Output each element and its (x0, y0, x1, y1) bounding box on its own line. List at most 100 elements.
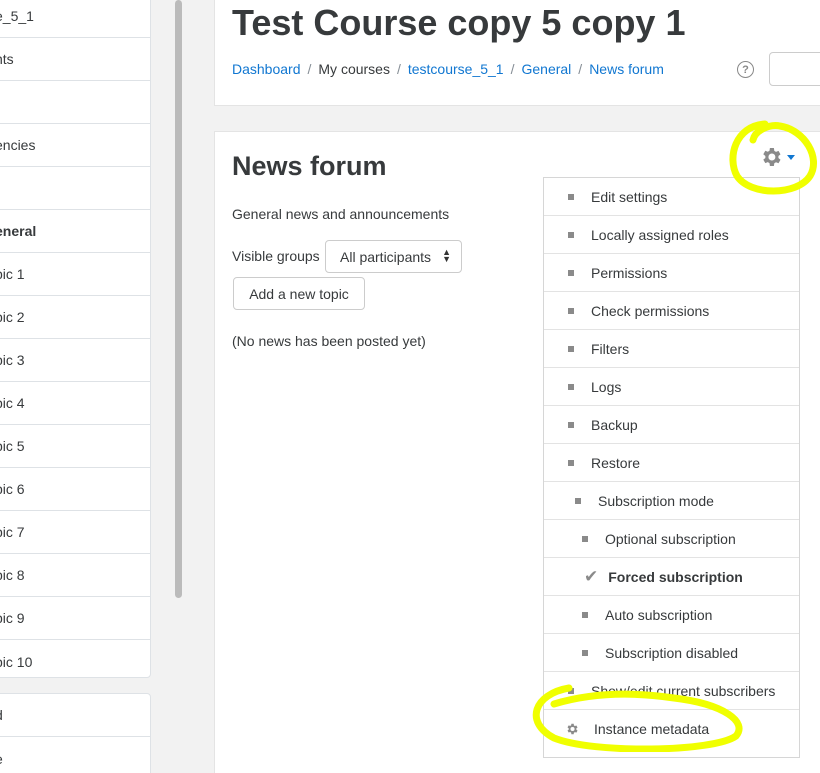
sidebar-item[interactable] (0, 81, 150, 124)
sidebar-item[interactable]: pic 8 (0, 554, 150, 597)
bullet-icon (568, 687, 574, 694)
bullet-icon (568, 307, 574, 314)
bullet-icon (568, 231, 574, 238)
breadcrumb-separator: / (578, 61, 583, 77)
menu-item-label: Restore (591, 454, 641, 471)
sidebar-item-label: nts (0, 51, 14, 67)
sidebar-item-label: pic 7 (0, 524, 25, 540)
sidebar-item[interactable]: pic 1 (0, 253, 150, 296)
sidebar-item-label: e_5_1 (0, 8, 34, 24)
menu-item-label: Forced subscription (608, 568, 743, 585)
menu-item-label: Show/edit current subscribers (591, 682, 776, 699)
sidebar-item-label: encies (0, 137, 36, 153)
sidebar-item-label: pic 6 (0, 481, 25, 497)
menu-item[interactable]: Permissions (544, 254, 799, 292)
menu-item-label: Auto subscription (605, 606, 713, 623)
sidebar-item[interactable]: e_5_1 (0, 0, 150, 38)
menu-item[interactable]: Subscription mode (544, 482, 799, 520)
breadcrumb-item[interactable]: General (521, 61, 571, 77)
sidebar-item-label: pic 9 (0, 610, 25, 626)
sidebar-item[interactable]: pic 6 (0, 468, 150, 511)
sidebar-item[interactable]: eneral (0, 210, 150, 253)
bullet-icon (568, 269, 574, 276)
menu-item-label: Optional subscription (605, 530, 736, 547)
sidebar-item[interactable]: encies (0, 124, 150, 167)
menu-item[interactable]: Show/edit current subscribers (544, 672, 799, 710)
breadcrumb: Dashboard / My courses / testcourse_5_1 / Gene… (232, 61, 664, 77)
menu-item[interactable]: Logs (544, 368, 799, 406)
bullet-icon (568, 345, 574, 352)
sidebar-item[interactable]: pic 2 (0, 296, 150, 339)
menu-item-label: Locally assigned roles (591, 226, 729, 243)
sidebar-item-label: pic 1 (0, 266, 25, 282)
sidebar-item-label: eneral (0, 223, 37, 239)
no-news-message: (No news has been posted yet) (232, 333, 426, 349)
nav-drawer: e_5_1nts encies eneral pic 1 pic 2 pic 3 pic 4… (0, 0, 172, 773)
chevron-down-icon[interactable] (787, 155, 795, 160)
sidebar-item-label: e (0, 751, 3, 767)
menu-item-label: Permissions (591, 264, 668, 281)
bullet-icon (582, 535, 588, 542)
sidebar-item[interactable]: pic 7 (0, 511, 150, 554)
action-menu: Edit settings Locally assigned roles Permi… (543, 177, 800, 758)
visible-groups-select[interactable]: All participants ▲ ▼ (325, 240, 462, 273)
sidebar-item-label: d (0, 707, 3, 723)
menu-item-label: Subscription disabled (605, 644, 739, 661)
bullet-icon (568, 193, 574, 200)
breadcrumb-separator: / (510, 61, 515, 77)
course-nav-list: e_5_1nts encies eneral pic 1 pic 2 pic 3 pic 4… (0, 0, 151, 678)
bullet-icon (568, 459, 574, 466)
menu-item-label: Check permissions (591, 302, 710, 319)
sidebar-item[interactable] (0, 167, 150, 210)
drawer-scrollbar-thumb[interactable] (175, 0, 182, 598)
breadcrumb-item[interactable]: News forum (589, 61, 664, 77)
forum-intro: General news and announcements (232, 206, 450, 222)
search-input[interactable] (769, 52, 820, 86)
gear-icon (567, 723, 578, 735)
menu-item[interactable]: Backup (544, 406, 799, 444)
page-title: Test Course copy 5 copy 1 (232, 2, 686, 43)
sidebar-item-label: pic 10 (0, 653, 33, 670)
sidebar-item-label: pic 3 (0, 352, 25, 368)
menu-item[interactable]: Check permissions (544, 292, 799, 330)
sidebar-item[interactable]: pic 4 (0, 382, 150, 425)
site-nav-list: de (0, 693, 151, 773)
checkmark-icon: ✔ (584, 566, 599, 586)
breadcrumb-item: My courses (318, 61, 390, 77)
bullet-icon (568, 421, 574, 428)
breadcrumb-item[interactable]: testcourse_5_1 (408, 61, 504, 77)
visible-groups-value: All participants (340, 248, 432, 265)
menu-item[interactable]: Instance metadata (544, 710, 799, 748)
sidebar-item[interactable]: e (0, 737, 150, 773)
sidebar-item[interactable]: pic 10 (0, 640, 150, 683)
menu-item[interactable]: Filters (544, 330, 799, 368)
menu-item-label: Instance metadata (594, 721, 710, 737)
question-circle-icon[interactable]: ? (737, 61, 754, 78)
gear-icon[interactable] (759, 145, 783, 169)
menu-item[interactable]: Restore (544, 444, 799, 482)
menu-item[interactable]: Optional subscription (544, 520, 799, 558)
sidebar-item[interactable]: pic 9 (0, 597, 150, 640)
breadcrumb-separator: / (396, 61, 401, 77)
forum-title: News forum (232, 151, 387, 181)
menu-item[interactable]: ✔ Forced subscription (544, 558, 799, 596)
menu-item-label: Filters (591, 340, 630, 357)
menu-item[interactable]: Subscription disabled (544, 634, 799, 672)
menu-item[interactable]: Auto subscription (544, 596, 799, 634)
bullet-icon (582, 649, 588, 656)
sidebar-item-label: pic 5 (0, 438, 25, 454)
menu-item[interactable]: Locally assigned roles (544, 216, 799, 254)
breadcrumb-item[interactable]: Dashboard (232, 61, 301, 77)
sidebar-item[interactable]: pic 3 (0, 339, 150, 382)
sidebar-item[interactable]: pic 5 (0, 425, 150, 468)
sidebar-item[interactable]: d (0, 694, 150, 737)
sidebar-item-label: pic 8 (0, 567, 25, 583)
sidebar-item-label: pic 4 (0, 395, 25, 411)
sidebar-item[interactable]: nts (0, 38, 150, 81)
sidebar-item-label: pic 2 (0, 309, 25, 325)
bullet-icon (568, 383, 574, 390)
menu-item[interactable]: Edit settings (544, 178, 799, 216)
bullet-icon (582, 611, 588, 618)
add-new-topic-button[interactable]: Add a new topic (233, 277, 365, 310)
menu-item-label: Edit settings (591, 188, 668, 205)
